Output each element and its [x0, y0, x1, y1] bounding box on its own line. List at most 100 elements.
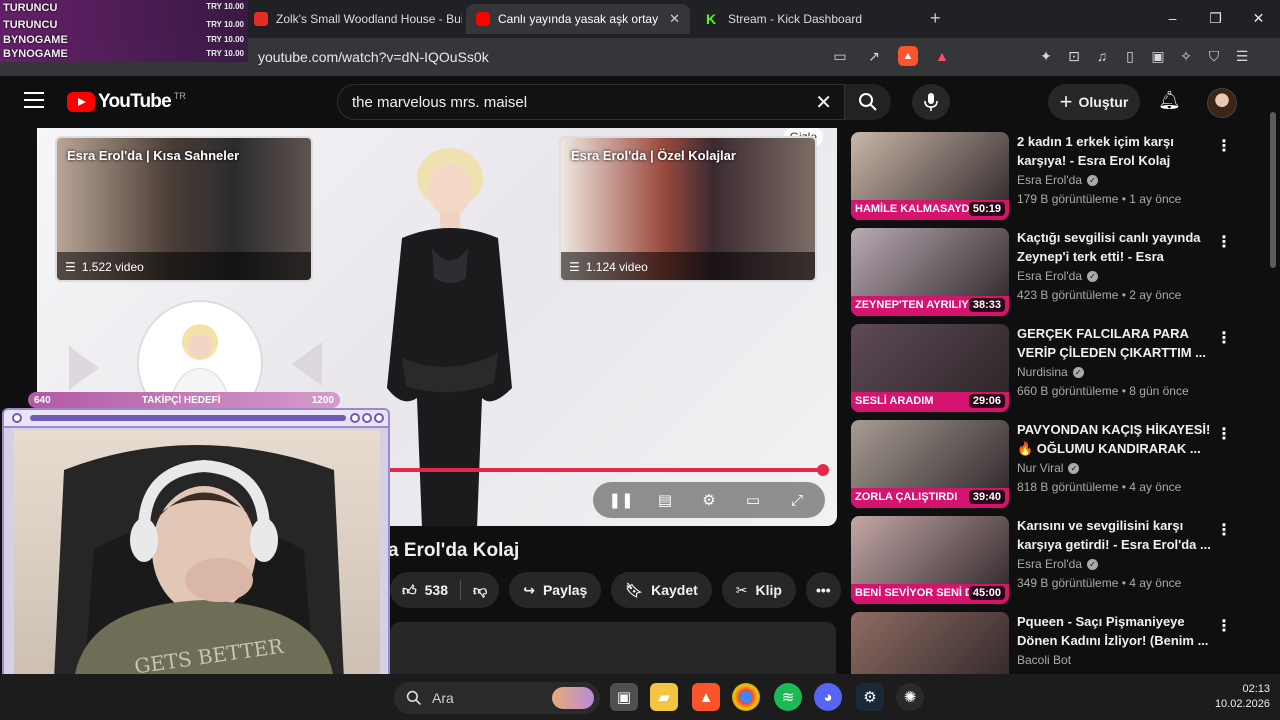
recommendation-channel[interactable]: Esra Erol'da ✓ [1017, 173, 1098, 187]
recommendation-title[interactable]: 2 kadın 1 erkek içim karşı karşıya! - Es… [1017, 132, 1213, 170]
screenshot-icon[interactable]: ⊡ [1064, 46, 1084, 66]
discord-icon[interactable]: ◕ [814, 683, 842, 711]
more-dots-icon: ••• [815, 582, 831, 598]
recommendation-item[interactable]: BENİ SEVİYOR SENİ D 45:00 Karısını ve sevg… [851, 516, 1241, 604]
decorative-chevron-right [69, 346, 99, 390]
recommendation-channel[interactable]: Esra Erol'da ✓ [1017, 557, 1098, 571]
tab-title: Zolk's Small Woodland House - Build [276, 12, 462, 26]
brave-shield-icon[interactable]: ▲ [898, 46, 918, 66]
voice-search-button[interactable] [912, 84, 950, 120]
recommendation-title[interactable]: Pqueen - Saçı Pişmaniyeye Dönen Kadını İ… [1017, 612, 1213, 650]
windows-taskbar: Ara ▣ ▰ ▲ ≋ ◕ ⚙ ✺ 02:13 10.02.2026 [0, 674, 1280, 720]
create-button[interactable]: + Oluştur [1048, 84, 1140, 120]
tab-close-icon[interactable]: ✕ [669, 11, 680, 27]
brave-browser-icon[interactable]: ▲ [692, 683, 720, 711]
progress-scrubber[interactable] [817, 464, 829, 476]
video-duration: 39:40 [968, 490, 1005, 504]
description-box[interactable] [390, 622, 836, 682]
recommendation-item[interactable]: HAMİLE KALMASAYD 50:19 2 kadın 1 erkek içi… [851, 132, 1241, 220]
recommendation-channel[interactable]: Nur Viral ✓ [1017, 461, 1080, 475]
recommendation-thumbnail[interactable]: BENİ SEVİYOR SENİ D 45:00 [851, 516, 1009, 604]
more-options-icon[interactable]: ⋮ [1216, 616, 1232, 636]
recommendation-thumbnail[interactable]: BENİM KUAFÖRÜM İZLİYOR [851, 612, 1009, 674]
goal-current: 640 [34, 394, 51, 406]
recommendation-title[interactable]: GERÇEK FALCILARA PARA VERİP ÇİLEDEN ÇIKA… [1017, 324, 1213, 362]
channel-name: Esra Erol'da [1017, 269, 1082, 283]
vpn-icon[interactable]: ⛉ [1204, 46, 1224, 66]
system-clock[interactable]: 02:13 10.02.2026 [1200, 682, 1270, 712]
maximize-button[interactable]: ❐ [1194, 0, 1237, 38]
recommendation-channel[interactable]: Esra Erol'da ✓ [1017, 269, 1098, 283]
share-icon[interactable]: ↗ [864, 46, 884, 66]
save-button[interactable]: 🔖︎ Kaydet [611, 572, 712, 608]
media-icon[interactable]: ♫ [1092, 46, 1112, 66]
endcard-playlist-short-scenes[interactable]: Esra Erol'da | Kısa Sahneler ☰ 1.522 vid… [55, 136, 313, 282]
recommendation-item[interactable]: SESLİ ARADIM 29:06 GERÇEK FALCILARA PARA V… [851, 324, 1241, 412]
more-options-icon[interactable]: ⋮ [1216, 136, 1232, 156]
scrollbar-thumb[interactable] [1270, 112, 1276, 268]
clear-search-icon[interactable]: ✕ [815, 90, 832, 115]
search-button[interactable] [845, 84, 891, 120]
chrome-icon[interactable] [732, 683, 760, 711]
channel-name: Nur Viral [1017, 461, 1064, 475]
more-options-icon[interactable]: ⋮ [1216, 520, 1232, 540]
minimize-button[interactable]: – [1151, 0, 1194, 38]
recommendation-thumbnail[interactable]: ZEYNEP'TEN AYRILIYO 38:33 [851, 228, 1009, 316]
recommendation-thumbnail[interactable]: ZORLA ÇALIŞTIRDI 39:40 [851, 420, 1009, 508]
recommendation-title[interactable]: Kaçtığı sevgilisi canlı yayında Zeynep'i… [1017, 228, 1213, 268]
recommendation-title[interactable]: Karısını ve sevgilisini karşı karşıya ge… [1017, 516, 1213, 554]
close-window-button[interactable]: ✕ [1237, 0, 1280, 38]
dislike-button[interactable]: 👎︎ [461, 572, 499, 608]
settings-app-icon[interactable]: ✺ [896, 683, 924, 711]
theater-mode-icon[interactable]: ▭ [740, 491, 766, 509]
search-input[interactable]: the marvelous mrs. maisel ✕ [337, 84, 845, 120]
spotify-icon[interactable]: ≋ [774, 683, 802, 711]
leo-ai-icon[interactable]: ✧ [1176, 46, 1196, 66]
youtube-logo[interactable]: YouTube TR [67, 91, 186, 113]
account-avatar[interactable] [1207, 88, 1237, 118]
task-view-icon[interactable]: ▣ [610, 683, 638, 711]
recommendation-title[interactable]: PAVYONDAN KAÇIŞ HİKAYESİ! 🔥 OĞLUMU KANDI… [1017, 420, 1213, 458]
menu-icon[interactable]: ☰ [1232, 46, 1252, 66]
window-dot-icon [350, 413, 360, 423]
endcard-video-count: ☰ 1.522 video [65, 260, 144, 274]
more-actions-button[interactable]: ••• [805, 572, 841, 608]
menu-hamburger-icon[interactable] [24, 92, 44, 108]
recommendation-item[interactable]: ZEYNEP'TEN AYRILIYO 38:33 Kaçtığı sevgilis… [851, 228, 1241, 316]
steam-icon[interactable]: ⚙ [856, 683, 884, 711]
recommendation-item[interactable]: ZORLA ÇALIŞTIRDI 39:40 PAVYONDAN KAÇIŞ HİK… [851, 420, 1241, 508]
recommendation-thumbnail[interactable]: SESLİ ARADIM 29:06 [851, 324, 1009, 412]
recommendation-channel[interactable]: Bacoli Bot [1017, 653, 1071, 667]
tab-woodland-house[interactable]: Zolk's Small Woodland House - Build [244, 4, 462, 34]
sidebar-icon[interactable]: ▯ [1120, 46, 1140, 66]
endcard-playlist-special-collages[interactable]: Esra Erol'da | Özel Kolajlar ☰ 1.124 vid… [559, 136, 817, 282]
tab-youtube-active[interactable]: Canlı yayında yasak aşk ortaya çıktı ✕ [466, 4, 690, 34]
clip-button[interactable]: ✂ Klip [721, 572, 796, 608]
recommendation-item[interactable]: BENİM KUAFÖRÜM İZLİYORPqueen - Saçı Pişm… [851, 612, 1241, 674]
wallet-icon[interactable]: ▣ [1148, 46, 1168, 66]
taskbar-search[interactable]: Ara [394, 682, 600, 714]
like-count: 538 [424, 582, 448, 598]
pause-icon[interactable]: ❚❚ [608, 491, 634, 509]
tab-kick-dashboard[interactable]: K Stream - Kick Dashboard [696, 4, 920, 34]
settings-gear-icon[interactable]: ⚙ [696, 491, 722, 509]
chat-donor: BYNOGAME [3, 34, 68, 46]
recommendation-thumbnail[interactable]: HAMİLE KALMASAYD 50:19 [851, 132, 1009, 220]
file-explorer-icon[interactable]: ▰ [650, 683, 678, 711]
endcard-title: Esra Erol'da | Kısa Sahneler [67, 148, 240, 163]
like-button[interactable]: 👍︎ 538 [390, 572, 460, 608]
more-options-icon[interactable]: ⋮ [1216, 424, 1232, 444]
more-options-icon[interactable]: ⋮ [1216, 328, 1232, 348]
url-field[interactable]: youtube.com/watch?v=dN-IQOuSs0k [258, 44, 818, 70]
cast-icon[interactable]: ▭ [830, 46, 850, 66]
playlist-icon: ☰ [65, 260, 76, 274]
new-tab-button[interactable]: + [930, 8, 941, 29]
extensions-icon[interactable]: ✦ [1036, 46, 1056, 66]
more-options-icon[interactable]: ⋮ [1216, 232, 1232, 252]
fullscreen-icon[interactable]: ⤢ [784, 492, 810, 509]
notifications-bell-icon[interactable]: 🔔︎ [1158, 90, 1181, 111]
recommendation-channel[interactable]: Nurdisina ✓ [1017, 365, 1084, 379]
brave-rewards-icon[interactable]: ▲ [932, 46, 952, 66]
share-button[interactable]: ↪ Paylaş [509, 572, 602, 608]
subtitles-icon[interactable]: ▤ [652, 491, 678, 509]
